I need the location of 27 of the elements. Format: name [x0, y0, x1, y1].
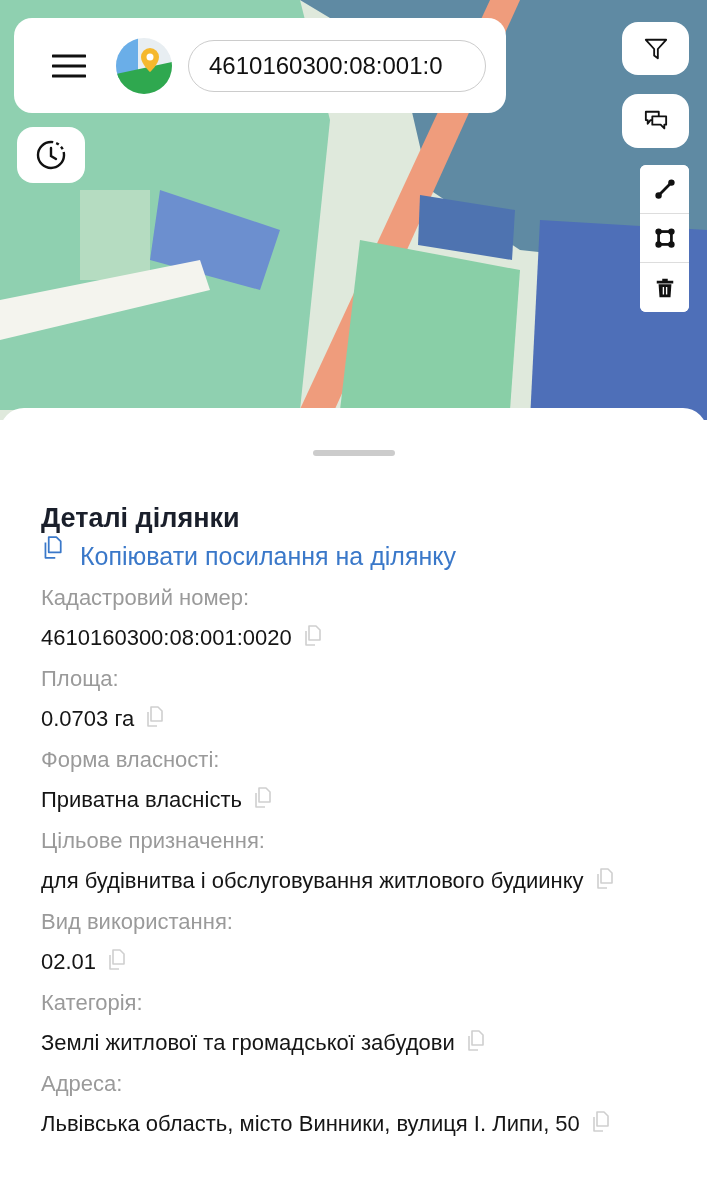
- field-value: 02.01: [41, 949, 97, 974]
- filter-icon: [643, 36, 668, 61]
- search-field[interactable]: 4610160300:08:001:0: [188, 39, 486, 92]
- field-label: Цільове призначення:: [41, 827, 266, 855]
- clock-history-icon: [35, 139, 67, 171]
- field-value: Землі житлової та громадської забудови: [41, 1030, 455, 1055]
- field-label: Вид використання:: [41, 908, 234, 936]
- copy-link[interactable]: Копіювати посилання на ділянку: [41, 538, 456, 574]
- field-value: Львівська область, місто Винники, вулиця І. Липи, 50: [41, 1111, 580, 1136]
- menu-icon[interactable]: [52, 53, 86, 78]
- field-label: Категорія:: [41, 989, 144, 1017]
- field-value: 4610160300:08:001:0020: [41, 625, 292, 650]
- field-value: 0.0703 га: [41, 706, 135, 731]
- section-title: Деталі ділянки: [41, 502, 241, 534]
- field-value: для будівнитва і обслуговування житлового будиинку: [41, 868, 584, 893]
- history-button[interactable]: [17, 127, 85, 183]
- field-value: Приватна власність: [41, 787, 242, 812]
- filter-button[interactable]: [622, 22, 689, 75]
- field-label: Кадастровий номер:: [41, 584, 251, 612]
- field-label: Площа:: [41, 665, 120, 693]
- chat-button[interactable]: [622, 94, 689, 148]
- field-label: Адреса:: [41, 1070, 124, 1098]
- square-nodes-icon: [653, 227, 676, 249]
- drag-handle[interactable]: [313, 450, 395, 456]
- line-icon: [653, 178, 676, 200]
- field-label: Форма власності:: [41, 746, 221, 774]
- line-tool-button[interactable]: [640, 165, 689, 214]
